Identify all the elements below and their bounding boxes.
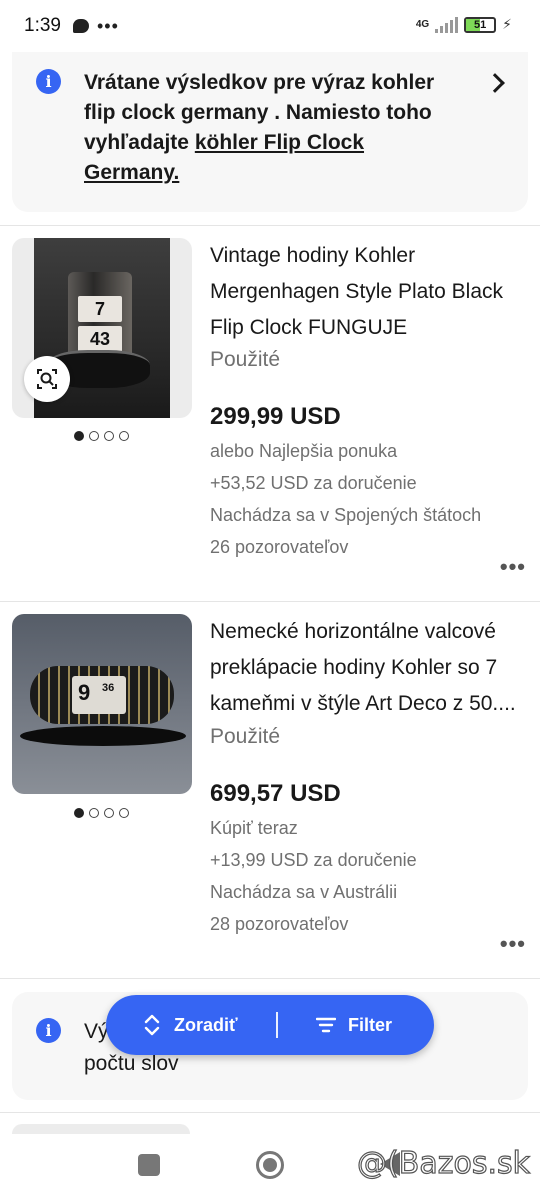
listing-item[interactable] [12, 1124, 190, 1134]
image-digit: 9 [78, 680, 91, 705]
pill-separator [276, 1012, 278, 1038]
home-icon[interactable] [256, 1151, 284, 1179]
more-options-icon[interactable]: ••• [500, 931, 526, 957]
listing-location: Nachádza sa v Spojených štátoch [210, 505, 482, 525]
listing-offer: Kúpiť teraz [210, 818, 298, 838]
divider [0, 225, 540, 226]
listing-shipping: +13,99 USD za doručenie [210, 850, 417, 870]
divider [0, 978, 540, 979]
chat-icon [72, 19, 89, 33]
chevron-right-icon[interactable] [485, 73, 505, 93]
carousel-dot[interactable] [104, 431, 114, 441]
image-digit: 36 [102, 682, 115, 694]
carousel-dot[interactable] [74, 808, 84, 818]
listing-title[interactable]: Vintage hodiny Kohler Mergenhagen Style … [210, 238, 532, 346]
banner-text: Vrátane výsledkov pre výraz kohler flip … [84, 68, 464, 188]
banner-text-line2: počtu slov [84, 1052, 179, 1075]
info-icon: i [36, 1018, 61, 1043]
signal-icon [435, 16, 459, 33]
status-time: 1:39 [24, 15, 61, 36]
battery-icon: 51 [464, 16, 497, 33]
listing-watchers: 28 pozorovateľov [210, 914, 349, 934]
filter-label: Filter [348, 1014, 393, 1035]
carousel-dot[interactable] [119, 808, 129, 818]
visual-search-button[interactable] [24, 356, 70, 402]
info-icon: i [36, 69, 61, 94]
listing-title[interactable]: Nemecké horizontálne valcové preklápacie… [210, 614, 532, 722]
listing-offer: alebo Najlepšia ponuka [210, 441, 398, 461]
listing-location: Nachádza sa v Austrálii [210, 882, 398, 902]
divider [0, 601, 540, 602]
image-digit: 7 [78, 296, 122, 322]
battery-level: 51 [474, 18, 487, 31]
listing-price: 699,57 USD [210, 780, 341, 807]
system-navigation-bar: @(Bazos.sk [0, 1134, 540, 1200]
banner-text-line1: Vý [84, 1020, 109, 1043]
watermark: @(Bazos.sk [356, 1145, 530, 1181]
more-options-icon[interactable]: ••• [500, 554, 526, 580]
image-carousel-dots[interactable] [74, 431, 129, 441]
network-type: 4G [415, 18, 430, 30]
carousel-dot[interactable] [89, 431, 99, 441]
listing-price: 299,99 USD [210, 403, 341, 430]
recent-apps-icon[interactable] [138, 1154, 160, 1176]
listing-watchers: 26 pozorovateľov [210, 537, 349, 557]
listing-image[interactable]: 9 36 [12, 614, 192, 794]
listing-condition: Použité [210, 348, 281, 371]
listing-condition: Použité [210, 725, 281, 748]
status-bar: 1:39 ••• 4G 51 ⚡ [0, 0, 540, 52]
more-dots-icon: ••• [96, 16, 119, 36]
sort-label: Zoradiť [174, 1014, 238, 1035]
carousel-dot[interactable] [119, 431, 129, 441]
listing-shipping: +53,52 USD za doručenie [210, 473, 417, 493]
image-search-icon [37, 369, 57, 389]
filter-button[interactable]: Filter [278, 995, 392, 1055]
image-carousel-dots[interactable] [74, 808, 129, 818]
divider [0, 1112, 540, 1113]
filter-icon [316, 1017, 336, 1033]
image-digit: 43 [78, 326, 122, 352]
charging-bolt-icon: ⚡ [502, 16, 512, 32]
carousel-dot[interactable] [104, 808, 114, 818]
sort-button[interactable]: Zoradiť [106, 995, 276, 1055]
carousel-dot[interactable] [74, 431, 84, 441]
search-suggestion-banner[interactable]: i Vrátane výsledkov pre výraz kohler fli… [12, 52, 528, 212]
carousel-dot[interactable] [89, 808, 99, 818]
sort-icon [142, 1014, 162, 1036]
listing-image[interactable]: 7 43 [12, 238, 192, 418]
sort-filter-bar: Zoradiť Filter [106, 995, 434, 1055]
